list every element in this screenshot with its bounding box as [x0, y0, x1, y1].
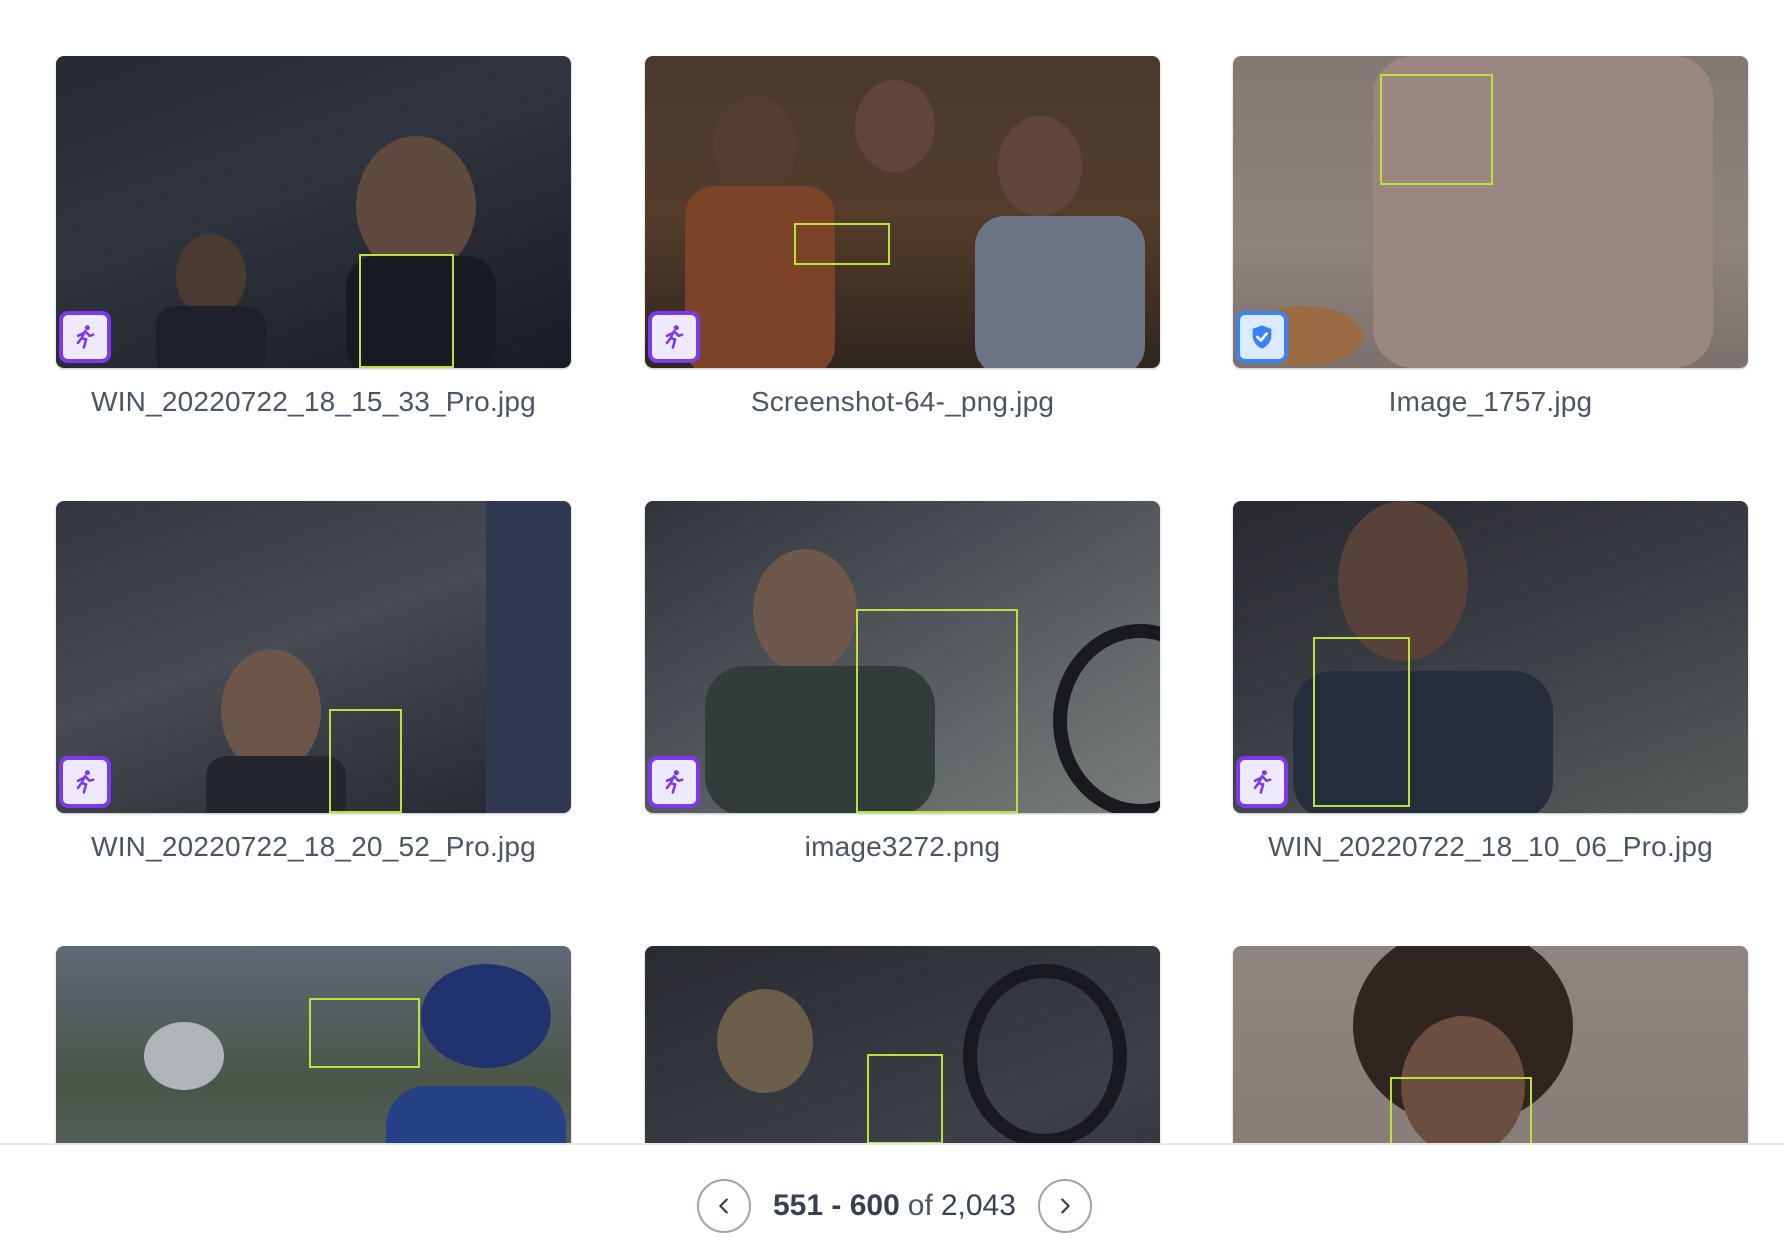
- action-badge[interactable]: [59, 311, 111, 363]
- thumbnail-image[interactable]: [1233, 501, 1748, 813]
- detection-box: [856, 609, 1018, 813]
- safe-badge[interactable]: [1236, 311, 1288, 363]
- running-person-icon: [665, 325, 684, 349]
- range-end: 600: [849, 1189, 900, 1222]
- detection-box: [1380, 74, 1493, 185]
- detection-box: [359, 254, 454, 368]
- range-start: 551: [773, 1189, 824, 1222]
- thumbnail-image[interactable]: [645, 56, 1160, 368]
- detection-box: [1313, 637, 1410, 807]
- running-person-icon: [1253, 770, 1272, 794]
- previous-page-button[interactable]: [697, 1179, 751, 1233]
- running-person-icon: [76, 770, 95, 794]
- image-filename: image3272.png: [804, 831, 1001, 862]
- thumbnail-image[interactable]: [645, 946, 1160, 1143]
- shield-check-icon: [1252, 325, 1272, 349]
- range-separator: -: [823, 1189, 850, 1222]
- image-gallery: WIN_20220722_18_15_33_Pro.jpg Screenshot…: [0, 0, 1784, 1143]
- action-badge[interactable]: [1236, 756, 1288, 808]
- next-page-button[interactable]: [1037, 1179, 1092, 1233]
- action-badge[interactable]: [648, 756, 700, 808]
- thumbnail-image[interactable]: [645, 501, 1160, 813]
- thumbnail-image[interactable]: [56, 946, 571, 1143]
- image-filename: WIN_20220722_18_10_06_Pro.jpg: [1268, 831, 1713, 862]
- thumbnail-image[interactable]: [1233, 946, 1748, 1143]
- image-filename: Image_1757.jpg: [1388, 386, 1593, 417]
- chevron-right-icon: [1061, 1198, 1070, 1214]
- detection-box: [309, 998, 420, 1068]
- thumbnail-image[interactable]: [1233, 56, 1748, 368]
- pagination-bar: 551 - 600 of 2,043: [0, 1143, 1784, 1246]
- detection-box: [867, 1054, 943, 1143]
- chevron-left-icon: [719, 1198, 728, 1214]
- image-filename: Screenshot-64-_png.jpg: [750, 386, 1055, 417]
- pagination-controls: 551 - 600 of 2,043: [697, 1177, 1092, 1235]
- running-person-icon: [76, 325, 95, 349]
- detection-box: [329, 709, 402, 813]
- page-range-text: 551 - 600 of 2,043: [773, 1189, 1016, 1223]
- thumbnail-image[interactable]: [56, 56, 571, 368]
- thumbnail-image[interactable]: [56, 501, 571, 813]
- of-label: of: [907, 1189, 933, 1222]
- action-badge[interactable]: [648, 311, 700, 363]
- image-filename: WIN_20220722_18_20_52_Pro.jpg: [91, 831, 536, 862]
- action-badge[interactable]: [59, 756, 111, 808]
- total-count: 2,043: [940, 1189, 1016, 1222]
- running-person-icon: [665, 770, 684, 794]
- detection-box: [794, 223, 890, 265]
- image-filename: WIN_20220722_18_15_33_Pro.jpg: [91, 386, 536, 417]
- detection-box: [1390, 1077, 1532, 1143]
